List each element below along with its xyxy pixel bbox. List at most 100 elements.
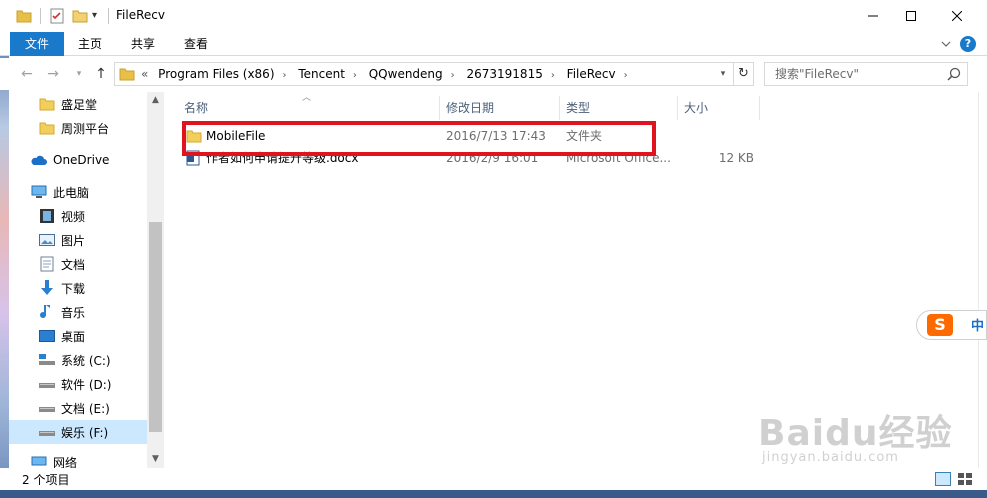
column-header-date[interactable]: 修改日期 [440, 96, 560, 120]
nav-item-drive-f[interactable]: 娱乐 (F:) [9, 420, 147, 444]
folder-icon [39, 120, 55, 136]
file-size: 12 KB [718, 151, 754, 165]
nav-item-videos[interactable]: 视频 [9, 204, 147, 228]
chevron-down-icon[interactable]: ▾ [715, 63, 731, 85]
close-icon [952, 11, 962, 21]
ribbon-tabs: 文件 主页 共享 查看 ? [0, 32, 987, 56]
nav-item-onedrive[interactable]: OneDrive [9, 148, 147, 172]
nav-item-music[interactable]: 音乐 [9, 300, 147, 324]
breadcrumb-item[interactable]: FileRecv [567, 63, 616, 85]
nav-item-drive-c[interactable]: 系统 (C:) [9, 348, 147, 372]
document-icon [39, 256, 55, 272]
divider [40, 8, 41, 24]
ime-language[interactable]: 中 [971, 315, 984, 334]
column-header-size[interactable]: 大小 [678, 96, 760, 120]
nav-item-label: 盛足堂 [61, 97, 98, 112]
column-header-name[interactable]: 名称 [178, 96, 440, 120]
sogou-logo-icon[interactable]: S [927, 314, 953, 336]
address-bar[interactable]: « Program Files (x86) › Tencent › QQwenden… [114, 62, 754, 86]
large-icons-icon [958, 473, 972, 485]
close-button[interactable] [934, 0, 980, 32]
nav-item-label: 周测平台 [61, 121, 110, 136]
maximize-button[interactable] [888, 0, 934, 32]
title-bar: ▾ FileRecv [0, 0, 987, 32]
nav-item-this-pc[interactable]: 此电脑 [9, 180, 147, 204]
scrollbar-thumb[interactable] [149, 222, 162, 432]
tab-file[interactable]: 文件 [10, 32, 64, 56]
scroll-down-icon[interactable]: ▼ [147, 451, 164, 468]
watermark: Baidu经验 jingyan.baidu.com [758, 404, 953, 465]
chevron-right-icon[interactable]: › [283, 65, 287, 87]
maximize-icon [906, 11, 916, 21]
tab-home[interactable]: 主页 [66, 32, 114, 56]
nav-item-pictures[interactable]: 图片 [9, 228, 147, 252]
nav-item-zhouce[interactable]: 周测平台 [9, 116, 147, 140]
forward-button[interactable]: → [44, 66, 62, 82]
nav-item-label: 下载 [61, 281, 86, 296]
taskbar-edge [0, 490, 987, 498]
drive-icon [39, 424, 55, 440]
nav-item-desktop[interactable]: 桌面 [9, 324, 147, 348]
expand-ribbon-button[interactable] [938, 36, 954, 52]
minimize-icon [868, 15, 878, 17]
status-bar: 2 个项目 [0, 468, 987, 490]
chevron-down-icon[interactable]: ▾ [92, 8, 102, 24]
tab-view[interactable]: 查看 [172, 32, 220, 56]
annotation-highlight-box [182, 121, 656, 156]
chevron-right-icon[interactable]: › [551, 65, 555, 87]
refresh-button[interactable]: ↻ [733, 63, 753, 85]
nav-item-label: 文档 [61, 257, 86, 272]
ime-toolbar[interactable]: S 中 [916, 310, 987, 340]
drive-icon [39, 400, 55, 416]
properties-icon[interactable] [50, 8, 64, 24]
video-icon [39, 208, 55, 224]
chevron-right-icon[interactable]: › [624, 65, 628, 87]
explorer-window: ▾ FileRecv 文件 主页 共享 查看 ? ← → ▾ ↑ « Progr… [0, 0, 987, 498]
details-view-button[interactable] [935, 472, 951, 486]
breadcrumb-item[interactable]: Program Files (x86) [158, 63, 274, 85]
column-header-type[interactable]: 类型 [560, 96, 678, 120]
nav-item-network[interactable]: 网络 [9, 450, 147, 468]
network-icon [31, 454, 47, 468]
breadcrumb-overflow[interactable]: « [141, 63, 148, 85]
nav-item-documents[interactable]: 文档 [9, 252, 147, 276]
up-button[interactable]: ↑ [92, 66, 110, 82]
nav-item-label: 网络 [53, 455, 78, 469]
large-icons-view-button[interactable] [957, 472, 973, 486]
nav-item-label: 文档 (E:) [61, 401, 110, 416]
search-box[interactable]: 搜索"FileRecv" [764, 62, 968, 86]
nav-item-label: 音乐 [61, 305, 86, 320]
new-folder-icon[interactable] [72, 8, 88, 24]
chevron-right-icon[interactable]: › [451, 65, 455, 87]
folder-icon [39, 96, 55, 112]
tab-share[interactable]: 共享 [118, 32, 168, 56]
scroll-up-icon[interactable]: ▲ [147, 92, 164, 109]
help-button[interactable]: ? [960, 36, 976, 52]
window-title: FileRecv [116, 8, 165, 22]
nav-item-label: 此电脑 [53, 185, 90, 200]
file-list-scrollbar[interactable] [978, 92, 987, 468]
drive-icon [39, 376, 55, 392]
chevron-right-icon[interactable]: › [353, 65, 357, 87]
search-icon[interactable] [947, 67, 961, 81]
cloud-icon [31, 152, 47, 168]
nav-item-drive-e[interactable]: 文档 (E:) [9, 396, 147, 420]
address-row: ← → ▾ ↑ « Program Files (x86) › Tencent › … [0, 58, 987, 90]
pc-icon [31, 184, 47, 200]
divider [108, 8, 109, 24]
navigation-pane: 盛足堂 周测平台 OneDrive 此电脑 视频 图片 文档 下载 音乐 桌面 … [9, 92, 163, 468]
nav-item-drive-d[interactable]: 软件 (D:) [9, 372, 147, 396]
breadcrumb-item[interactable]: 2673191815 [466, 63, 542, 85]
back-button[interactable]: ← [18, 66, 36, 82]
nav-item-shengzutang[interactable]: 盛足堂 [9, 92, 147, 116]
desktop-icon [39, 328, 55, 344]
chevron-down-icon [941, 41, 951, 47]
nav-pane-scrollbar[interactable]: ▲ ▼ [147, 92, 164, 468]
search-placeholder[interactable]: 搜索"FileRecv" [775, 63, 859, 85]
watermark-logo: Baidu经验 [758, 413, 953, 454]
recent-locations-button[interactable]: ▾ [70, 66, 88, 82]
breadcrumb-item[interactable]: Tencent [298, 63, 345, 85]
nav-item-label: 软件 (D:) [61, 377, 112, 392]
breadcrumb-item[interactable]: QQwendeng [369, 63, 443, 85]
nav-item-downloads[interactable]: 下载 [9, 276, 147, 300]
